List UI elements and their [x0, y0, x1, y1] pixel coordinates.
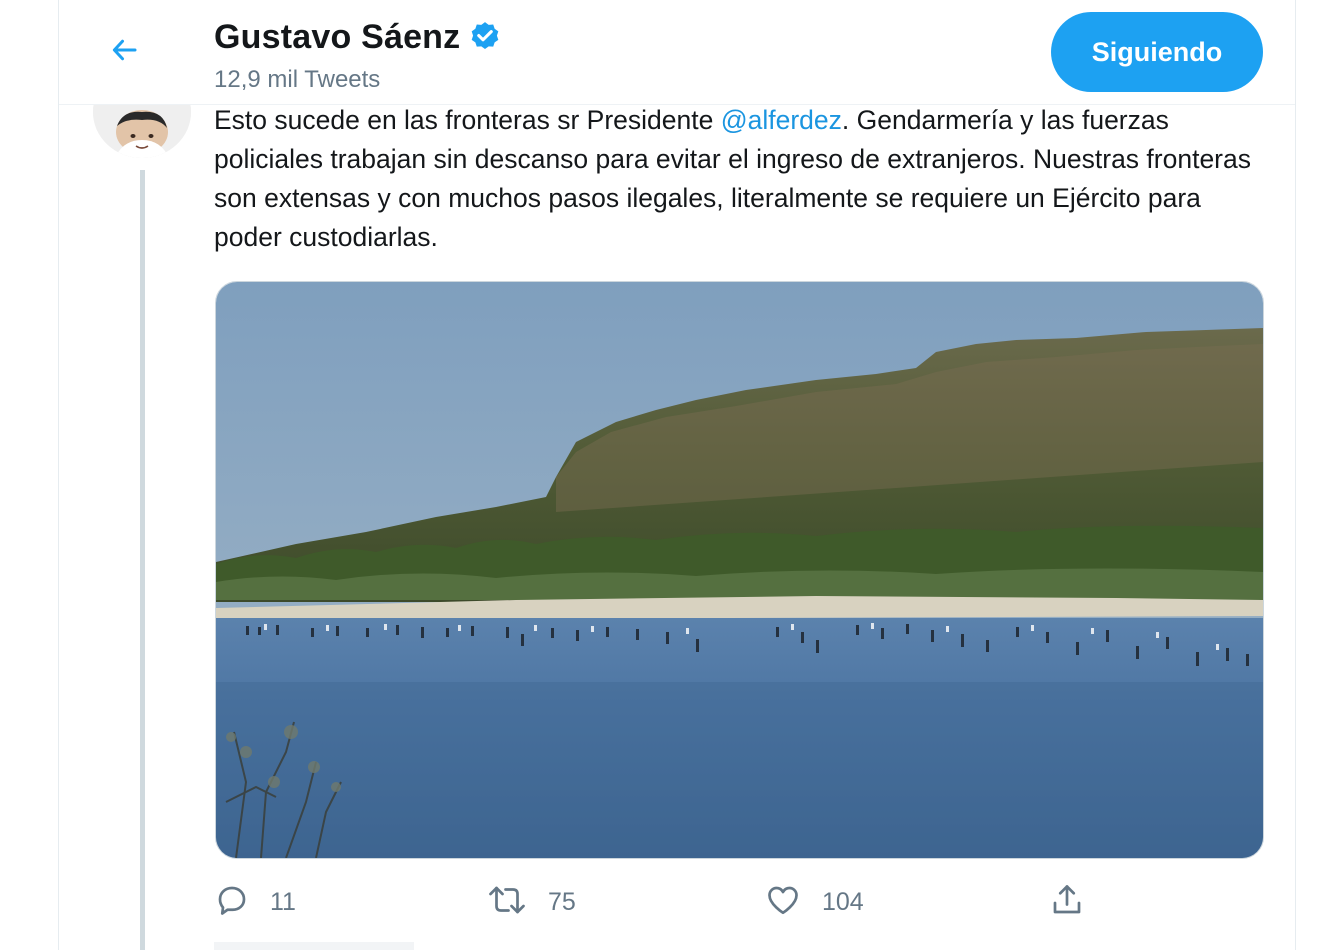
river-scene-image: [216, 282, 1263, 858]
like-count: 104: [822, 887, 864, 916]
retweet-icon: [486, 882, 528, 923]
tweet-media-video[interactable]: [215, 281, 1264, 859]
share-icon: [1049, 882, 1085, 923]
heart-icon: [764, 882, 802, 923]
tweet-text-part-1: Esto sucede en las fronteras sr Presiden…: [214, 105, 721, 135]
back-button[interactable]: [101, 28, 149, 76]
like-button[interactable]: 104: [764, 878, 864, 926]
following-button[interactable]: Siguiendo: [1051, 12, 1263, 92]
retweet-count: 75: [548, 887, 576, 916]
name-row: Gustavo Sáenz: [214, 14, 502, 60]
tweet-actions: 11 75 104: [214, 878, 1274, 926]
mention-link[interactable]: @alferdez: [721, 105, 842, 135]
reply-button[interactable]: 11: [214, 878, 296, 926]
page: Esto sucede en las fronteras sr Presiden…: [0, 0, 1317, 950]
share-button[interactable]: [1049, 878, 1085, 926]
verified-badge-icon: [468, 20, 502, 54]
retweet-button[interactable]: 75: [486, 878, 576, 926]
arrow-left-icon: [108, 35, 142, 70]
display-name: Gustavo Sáenz: [214, 17, 461, 56]
tweet-count: 12,9 mil Tweets: [214, 66, 381, 93]
thread-line: [140, 170, 145, 950]
profile-header: Gustavo Sáenz 12,9 mil Tweets Siguiendo: [59, 0, 1295, 105]
timeline-column: Esto sucede en las fronteras sr Presiden…: [58, 0, 1296, 950]
reply-count: 11: [270, 887, 296, 916]
reply-icon: [214, 882, 250, 923]
tweet-text: Esto sucede en las fronteras sr Presiden…: [214, 101, 1274, 257]
next-tweet-edge: [214, 942, 414, 950]
